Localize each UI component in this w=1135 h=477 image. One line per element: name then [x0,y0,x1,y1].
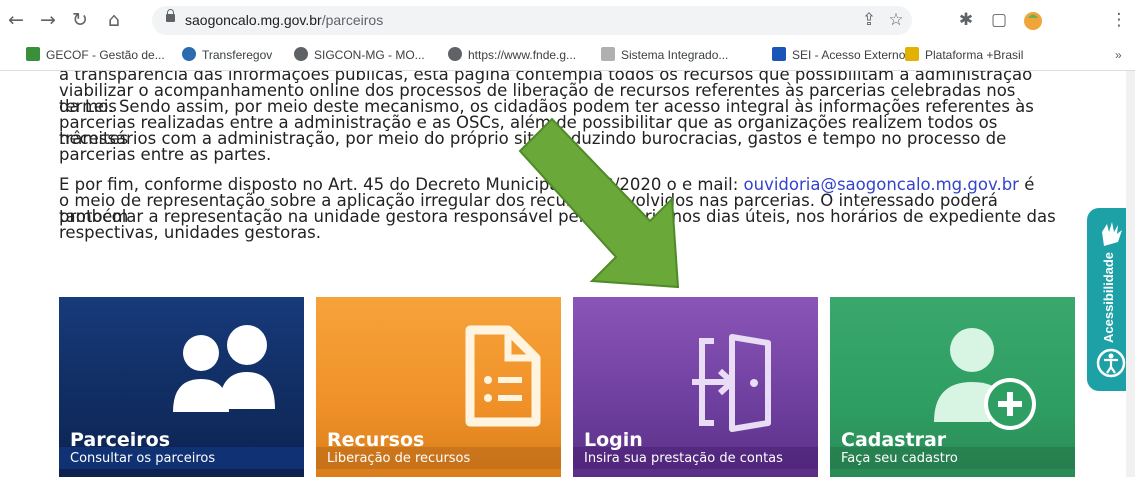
back-arrow-icon[interactable]: ← [4,8,28,32]
add-user-icon [934,328,1036,430]
home-icon[interactable]: ⌂ [102,8,126,32]
bookmark-transferegov[interactable]: Transferegov [182,47,272,63]
sign-language-icon [1102,222,1122,246]
bookmark-gecof[interactable]: GECOF - Gestão de... [26,47,165,63]
reload-icon[interactable]: ↻ [68,8,92,32]
bookmark-sei[interactable]: SEI - Acesso Externo [772,47,905,63]
card-recursos[interactable]: Recursos Liberação de recursos [316,297,561,477]
card-title: Parceiros [70,429,171,451]
profile-avatar[interactable] [1022,9,1044,31]
card-subtitle: Faça seu cadastro [841,451,958,466]
card-title: Cadastrar [841,429,947,451]
scrollbar[interactable] [1126,71,1135,477]
bookmark-sigcon[interactable]: SIGCON-MG - MO... [294,47,425,63]
globe-icon [448,47,462,61]
card-title: Login [584,429,643,451]
accessibility-label: Acessibilidade [1101,251,1116,343]
card-subtitle: Insira sua prestação de contas [584,451,783,466]
card-cadastrar[interactable]: Cadastrar Faça seu cadastro [830,297,1075,477]
share-icon[interactable]: ⇪ [858,9,880,31]
annotation-arrow [518,117,680,289]
bookmark-favicon [905,47,919,61]
page-content: a transparência das informações públicas… [0,71,1135,477]
bookmark-fnde[interactable]: https://www.fnde.g... [448,47,576,63]
globe-icon [294,47,308,61]
bookmark-plataforma-brasil[interactable]: Plataforma +Brasil [905,47,1023,63]
document-icon [465,325,541,427]
extensions-icon[interactable]: ✱ [955,9,977,31]
browser-toolbar: ← → ↻ ⌂ saogoncalo.mg.gov.br/parceiros ⇪… [0,0,1135,40]
bookmark-favicon [601,47,615,61]
star-icon[interactable]: ☆ [885,9,907,31]
bookmark-favicon [182,47,196,61]
url-text[interactable]: saogoncalo.mg.gov.br/parceiros [185,12,383,28]
bookmark-sistema-integrado[interactable]: Sistema Integrado... [601,47,728,63]
sidepanel-icon[interactable]: ▢ [988,9,1010,31]
users-icon [173,325,275,412]
sei-icon [772,47,786,61]
card-login[interactable]: Login Insira sua prestação de contas [573,297,818,477]
accessibility-icon [1096,348,1126,378]
bookmark-favicon [26,47,40,61]
card-subtitle: Liberação de recursos [327,451,471,466]
bookmarks-overflow[interactable]: » [1115,47,1122,63]
lock-icon [166,9,175,22]
bookmarks-bar: GECOF - Gestão de... Transferegov SIGCON… [0,40,1135,71]
card-parceiros[interactable]: Parceiros Consultar os parceiros [59,297,304,477]
address-bar[interactable]: saogoncalo.mg.gov.br/parceiros ⇪ ☆ [152,6,912,35]
forward-arrow-icon[interactable]: → [36,8,60,32]
card-subtitle: Consultar os parceiros [70,451,216,466]
login-door-icon [692,334,771,432]
menu-kebab-icon[interactable]: ⋮ [1108,9,1130,31]
card-title: Recursos [327,429,425,451]
